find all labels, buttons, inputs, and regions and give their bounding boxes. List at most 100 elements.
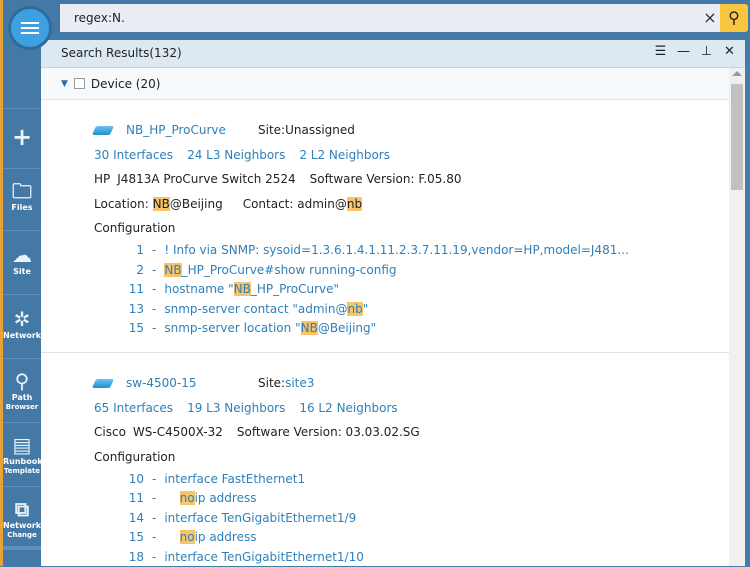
panel-title: Search Results(132) — [61, 46, 182, 60]
minimize-icon[interactable]: — — [676, 44, 691, 59]
line-dash: - — [152, 321, 157, 336]
config-line[interactable]: 14- interface TenGigabitEthernet1/9 — [94, 508, 729, 528]
interfaces-link[interactable]: 30 Interfaces — [94, 148, 173, 162]
config-text: _HP_ProCurve#show running-config — [181, 262, 397, 277]
site-cloud-icon: ☁ — [12, 243, 32, 267]
expand-triangle-icon[interactable]: ▼ — [61, 79, 68, 89]
software-version: Software Version: F.05.80 — [309, 172, 462, 187]
main-menu-button[interactable] — [8, 6, 52, 50]
l3-neighbors-link[interactable]: 19 L3 Neighbors — [187, 401, 285, 415]
runbook-icon: ▤ — [12, 433, 32, 457]
pin-icon[interactable]: ⊥ — [699, 44, 714, 59]
site-value: Unassigned — [285, 123, 355, 138]
configuration-label: Configuration — [94, 449, 176, 464]
path-pin-icon: ⚲ — [14, 369, 30, 393]
config-line[interactable]: 1-! Info via SNMP: sysoid=1.3.6.1.4.1.11… — [94, 241, 729, 261]
match-highlight: NB — [152, 196, 170, 211]
group-checkbox[interactable] — [73, 78, 85, 89]
interfaces-link[interactable]: 65 Interfaces — [94, 401, 173, 415]
config-line[interactable]: 10- interface FastEthernet1 — [94, 469, 729, 489]
config-line[interactable]: 15- snmp-server location " NB @Beijing" — [94, 319, 729, 339]
line-number: 15 — [128, 321, 144, 336]
config-text: interface TenGigabitEthernet1/10 — [164, 549, 364, 564]
location-label: Location: — [94, 196, 153, 211]
line-dash: - — [152, 530, 157, 545]
l2-neighbors-link[interactable]: 2 L2 Neighbors — [299, 148, 390, 162]
vendor: HP — [94, 172, 111, 187]
clear-search-icon[interactable]: × — [700, 4, 720, 32]
config-text: snmp-server location " — [164, 321, 301, 336]
line-number: 2 — [136, 262, 144, 277]
contact-label: Contact: admin@ — [242, 196, 347, 211]
scrollbar-thumb[interactable] — [731, 84, 743, 190]
list-view-icon[interactable]: ☰ — [653, 44, 668, 59]
plus-icon: + — [11, 123, 33, 151]
config-text: snmp-server contact "admin@ — [164, 301, 348, 316]
device-result: NB_HP_ProCurve Site: Unassigned 30 Interf… — [41, 100, 729, 353]
close-icon[interactable]: ✕ — [722, 44, 737, 59]
location-value: @Beijing — [169, 196, 223, 211]
config-line[interactable]: 11- hostname " NB _HP_ProCurve" — [94, 280, 729, 300]
l3-neighbors-link[interactable]: 24 L3 Neighbors — [187, 148, 285, 162]
sidebar-item-runbook-template[interactable]: ▤ Runbook Template — [3, 422, 43, 486]
line-number: 13 — [128, 301, 144, 316]
config-text: ! Info via SNMP: sysoid=1.3.6.1.4.1.11.2… — [164, 243, 629, 258]
line-dash: - — [152, 510, 157, 525]
device-result: sw-4500-15 Site: site3 65 Interfaces 19 L3… — [41, 353, 729, 567]
line-number: 15 — [128, 530, 144, 545]
match-highlight: nb — [346, 196, 363, 211]
sidebar-item-network-change[interactable]: ⧉ Network Change — [3, 486, 41, 550]
device-name-link[interactable]: sw-4500-15 — [126, 376, 258, 390]
scroll-up-icon[interactable] — [732, 71, 742, 76]
match-highlight: NB — [300, 321, 318, 336]
config-line[interactable]: 15- no ip address — [94, 528, 729, 548]
search-input[interactable] — [60, 4, 660, 32]
configuration-label: Configuration — [94, 221, 176, 236]
site-label: Site: — [258, 376, 286, 391]
switch-icon — [91, 378, 115, 388]
device-group-header[interactable]: ▼ Device (20) — [41, 68, 729, 100]
line-dash: - — [152, 549, 157, 564]
line-dash: - — [152, 471, 157, 486]
config-text: _HP_ProCurve" — [250, 282, 340, 297]
model: WS-C4500X-32 — [132, 425, 223, 440]
sidebar-item-files[interactable]: 🗀 Files — [3, 168, 41, 230]
line-number: 18 — [128, 549, 144, 564]
software-version: Software Version: 03.03.02.SG — [236, 425, 420, 440]
folder-icon: 🗀 — [12, 179, 32, 203]
site-label: Site: — [258, 123, 286, 138]
network-icon: ✲ — [13, 307, 31, 331]
config-text — [164, 491, 179, 505]
sidebar-item-network[interactable]: ✲ Network — [3, 294, 41, 358]
line-number: 1 — [136, 243, 144, 258]
model: J4813A ProCurve Switch 2524 — [117, 172, 296, 187]
config-text: " — [362, 301, 369, 316]
config-text: hostname " — [164, 282, 234, 297]
search-button[interactable]: ⚲ — [720, 4, 748, 32]
config-line[interactable]: 11- no ip address — [94, 489, 729, 509]
vertical-scrollbar[interactable] — [729, 68, 745, 566]
config-line[interactable]: 2- NB _HP_ProCurve#show running-config — [94, 260, 729, 280]
line-dash: - — [152, 262, 157, 277]
device-name-link[interactable]: NB_HP_ProCurve — [126, 123, 258, 137]
group-label: Device (20) — [90, 76, 161, 91]
line-dash: - — [152, 282, 157, 297]
config-text: interface TenGigabitEthernet1/9 — [164, 510, 357, 525]
config-text: ip address — [194, 530, 257, 545]
line-dash: - — [152, 301, 157, 316]
l2-neighbors-link[interactable]: 16 L2 Neighbors — [299, 401, 397, 415]
search-box — [60, 4, 720, 32]
line-number: 10 — [128, 471, 144, 486]
line-dash: - — [152, 243, 157, 258]
sidebar-add[interactable]: + — [3, 108, 41, 168]
match-highlight: nb — [347, 301, 363, 316]
sidebar-item-site[interactable]: ☁ Site — [3, 230, 41, 294]
sidebar-item-path-browser[interactable]: ⚲ Path Browser — [3, 358, 41, 422]
hamburger-icon — [21, 27, 39, 29]
config-text: @Beijing" — [317, 321, 377, 336]
config-line[interactable]: 18- interface TenGigabitEthernet1/10 — [94, 547, 729, 567]
site-link[interactable]: site3 — [285, 376, 314, 390]
line-dash: - — [152, 491, 157, 506]
config-line[interactable]: 13- snmp-server contact "admin@ nb " — [94, 299, 729, 319]
results-list: ▼ Device (20) NB_HP_ProCurve Site: Unassi… — [41, 68, 729, 566]
